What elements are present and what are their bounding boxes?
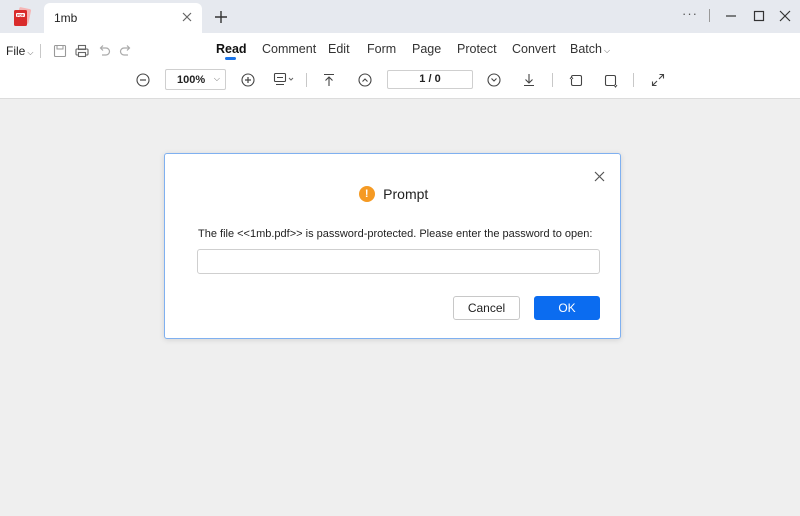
document-tab[interactable]: 1mb [44, 3, 202, 33]
save-icon[interactable] [52, 43, 68, 59]
warning-icon: ! [358, 185, 375, 202]
toolbar-divider [306, 73, 307, 87]
title-bar: PDF 1mb ··· [0, 0, 800, 33]
password-dialog: ! Prompt The file <<1mb.pdf>> is passwor… [164, 153, 621, 339]
toolbar-divider [40, 44, 41, 58]
password-field[interactable] [197, 249, 600, 274]
svg-text:PDF: PDF [17, 14, 25, 18]
chevron-down-icon: ⌵ [603, 46, 611, 55]
tab-title: 1mb [54, 11, 78, 25]
stamp-icon[interactable] [272, 71, 296, 87]
page-number-input[interactable]: 1 / 0 [387, 70, 473, 89]
tab-batch-label: Batch [570, 42, 602, 56]
maximize-icon[interactable] [750, 8, 768, 24]
redo-icon[interactable] [118, 43, 134, 59]
more-icon[interactable]: ··· [682, 6, 700, 22]
toolbar-divider [552, 73, 553, 87]
close-icon[interactable] [594, 171, 605, 182]
tab-form[interactable]: Form [367, 42, 396, 56]
zoom-value: 100% [177, 74, 206, 86]
ok-button[interactable]: OK [534, 296, 600, 320]
window-divider [709, 9, 710, 22]
prev-page-icon[interactable] [357, 72, 373, 88]
file-menu[interactable]: File ⌵ [6, 44, 33, 58]
zoom-select[interactable]: 100% ⌵ [165, 69, 226, 90]
ribbon: File ⌵ Read Comment Edit Form Page Protec… [0, 33, 800, 99]
dialog-title: Prompt [383, 185, 429, 202]
last-page-icon[interactable] [521, 72, 537, 88]
plus-icon[interactable] [212, 8, 230, 26]
undo-icon[interactable] [96, 43, 112, 59]
minimize-icon[interactable] [722, 8, 740, 24]
rotate-left-icon[interactable] [568, 72, 584, 88]
app-logo: PDF [14, 7, 32, 26]
tab-comment[interactable]: Comment [262, 42, 316, 56]
fullscreen-icon[interactable] [650, 72, 666, 88]
first-page-icon[interactable] [321, 72, 337, 88]
dialog-message: The file <<1mb.pdf>> is password-protect… [198, 228, 593, 240]
toolbar-divider [633, 73, 634, 87]
tab-convert[interactable]: Convert [512, 42, 556, 56]
close-icon[interactable] [181, 11, 193, 23]
print-icon[interactable] [74, 43, 90, 59]
zoom-out-icon[interactable] [135, 72, 151, 88]
tab-page[interactable]: Page [412, 42, 441, 56]
cancel-button[interactable]: Cancel [453, 296, 520, 320]
next-page-icon[interactable] [486, 72, 502, 88]
tab-edit[interactable]: Edit [328, 42, 350, 56]
tab-batch[interactable]: Batch ⌵ [570, 42, 610, 56]
tab-protect[interactable]: Protect [457, 42, 497, 56]
rotate-right-icon[interactable] [603, 72, 619, 88]
active-tab-indicator [225, 57, 236, 60]
tab-read[interactable]: Read [216, 42, 247, 56]
dialog-header: ! Prompt [165, 185, 622, 205]
close-icon[interactable] [776, 8, 794, 24]
file-menu-label: File [6, 44, 26, 58]
chevron-down-icon: ⌵ [27, 48, 34, 57]
chevron-down-icon: ⌵ [213, 74, 220, 83]
zoom-in-icon[interactable] [240, 72, 256, 88]
